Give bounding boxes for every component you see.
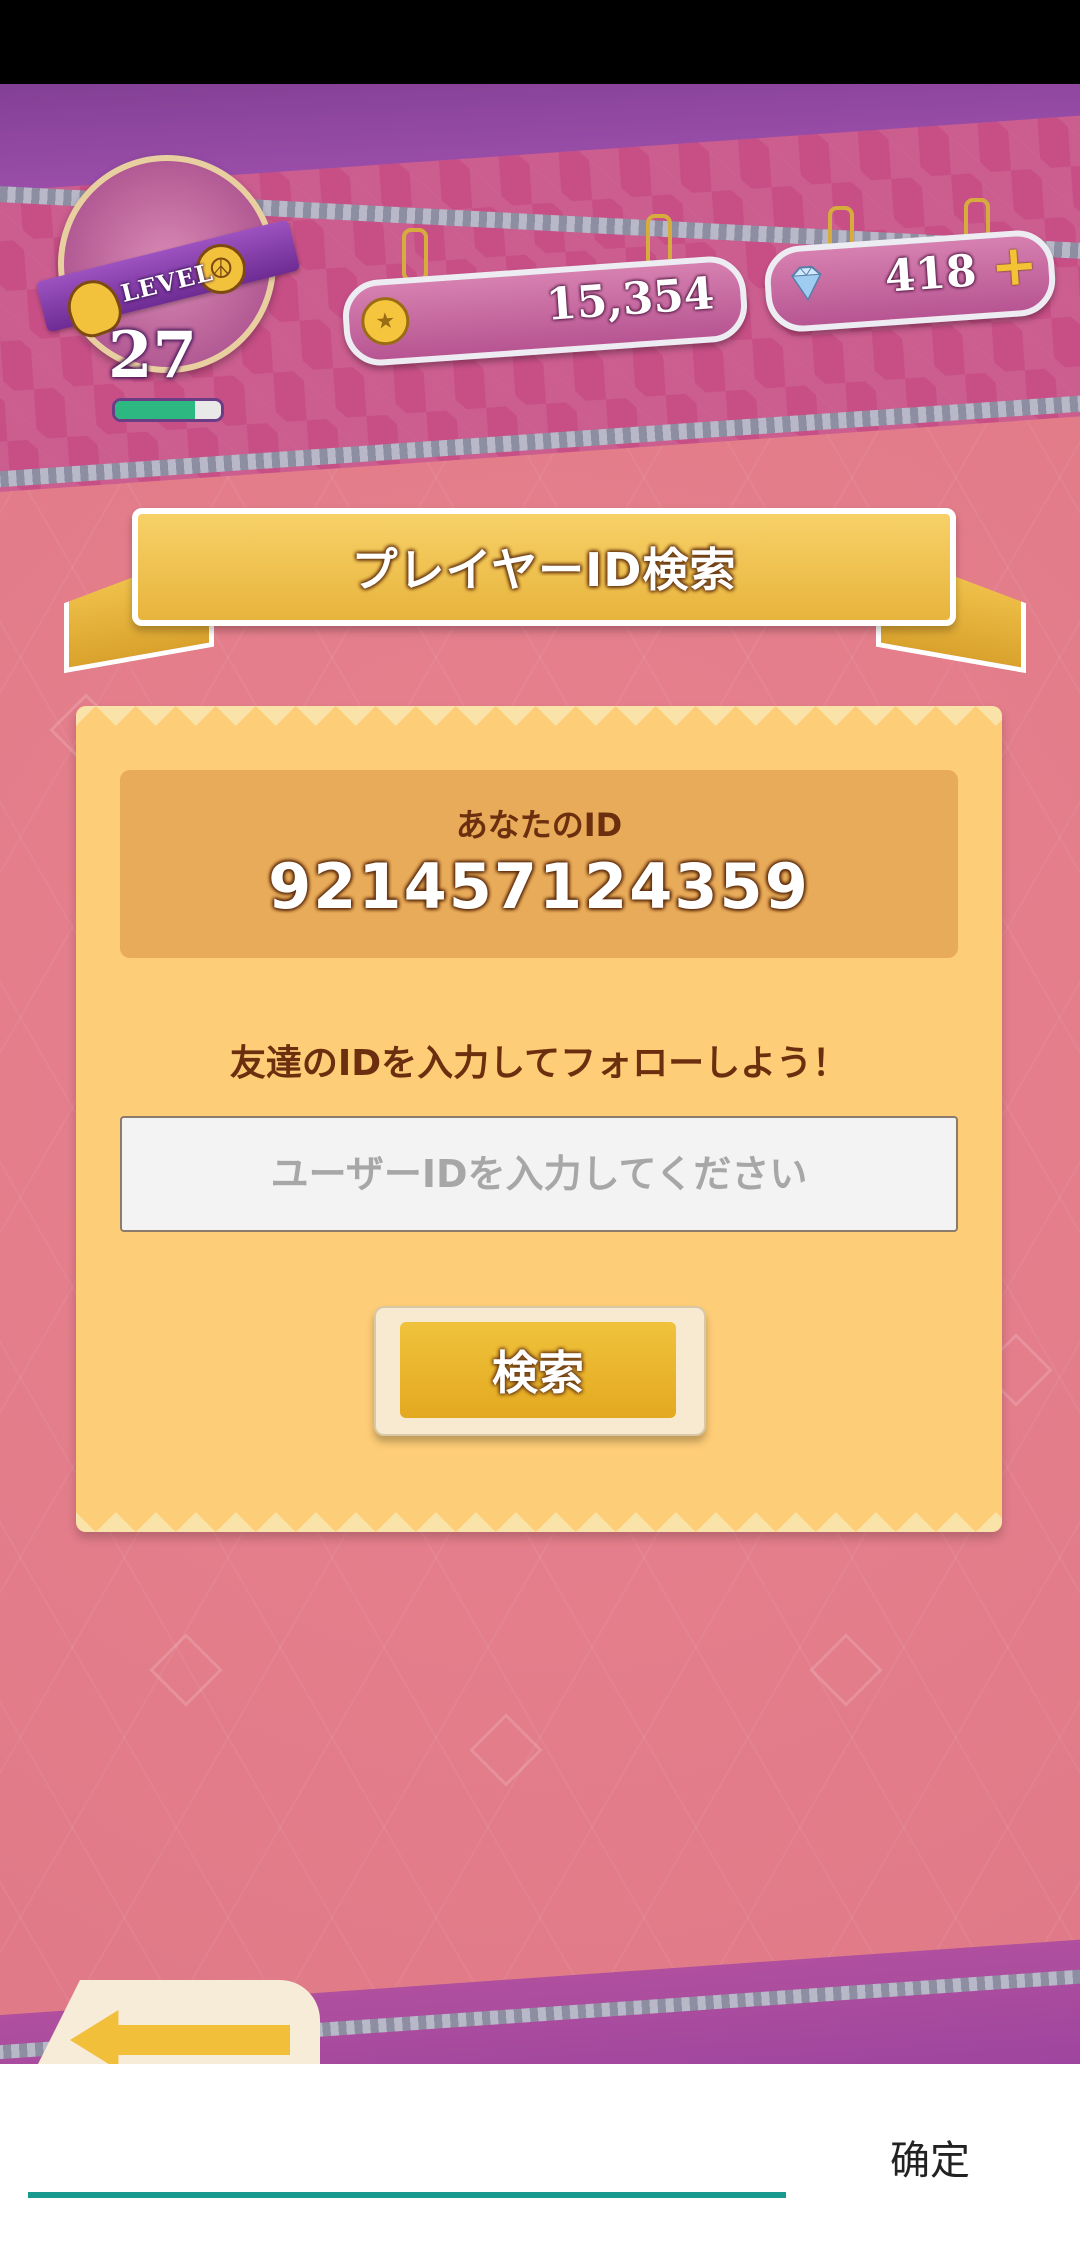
ime-bar: 确定 <box>0 2064 1080 2244</box>
background-diamond-deco <box>149 1633 223 1707</box>
gem-count: 418 <box>883 245 979 303</box>
search-button-frame: 検索 <box>374 1306 706 1436</box>
ime-composition-underline <box>28 2192 786 2198</box>
chain-deco <box>402 228 428 282</box>
background-diamond-deco <box>809 1633 883 1707</box>
ime-confirm-button[interactable]: 确定 <box>890 2128 970 2186</box>
user-id-input[interactable] <box>120 1116 958 1232</box>
title-banner: プレイヤーID検索 <box>132 508 956 626</box>
your-id-value: 921457124359 <box>268 850 810 923</box>
level-progress-fill <box>115 401 195 419</box>
plus-icon[interactable]: + <box>989 232 1040 300</box>
coin-icon: ★ <box>359 295 411 347</box>
instruction-text: 友達のIDを入力してフォローしよう！ <box>229 1043 849 1084</box>
search-panel: あなたのID 921457124359 友達のIDを入力してフォローしよう！ 検… <box>76 706 1002 1532</box>
page-title: プレイヤーID検索 <box>351 543 737 597</box>
coin-count: 15,354 <box>544 268 716 331</box>
your-id-label: あなたのID <box>455 806 623 844</box>
status-bar <box>0 0 1080 84</box>
panel-zigzag-bottom <box>76 1508 1002 1532</box>
your-id-box: あなたのID 921457124359 <box>120 770 958 958</box>
level-number: 27 <box>108 318 198 393</box>
background-diamond-deco <box>469 1713 543 1787</box>
gem-icon <box>791 265 822 302</box>
panel-zigzag-top <box>76 706 1002 730</box>
level-progress-bar <box>112 398 224 422</box>
search-button[interactable]: 検索 <box>400 1322 676 1418</box>
